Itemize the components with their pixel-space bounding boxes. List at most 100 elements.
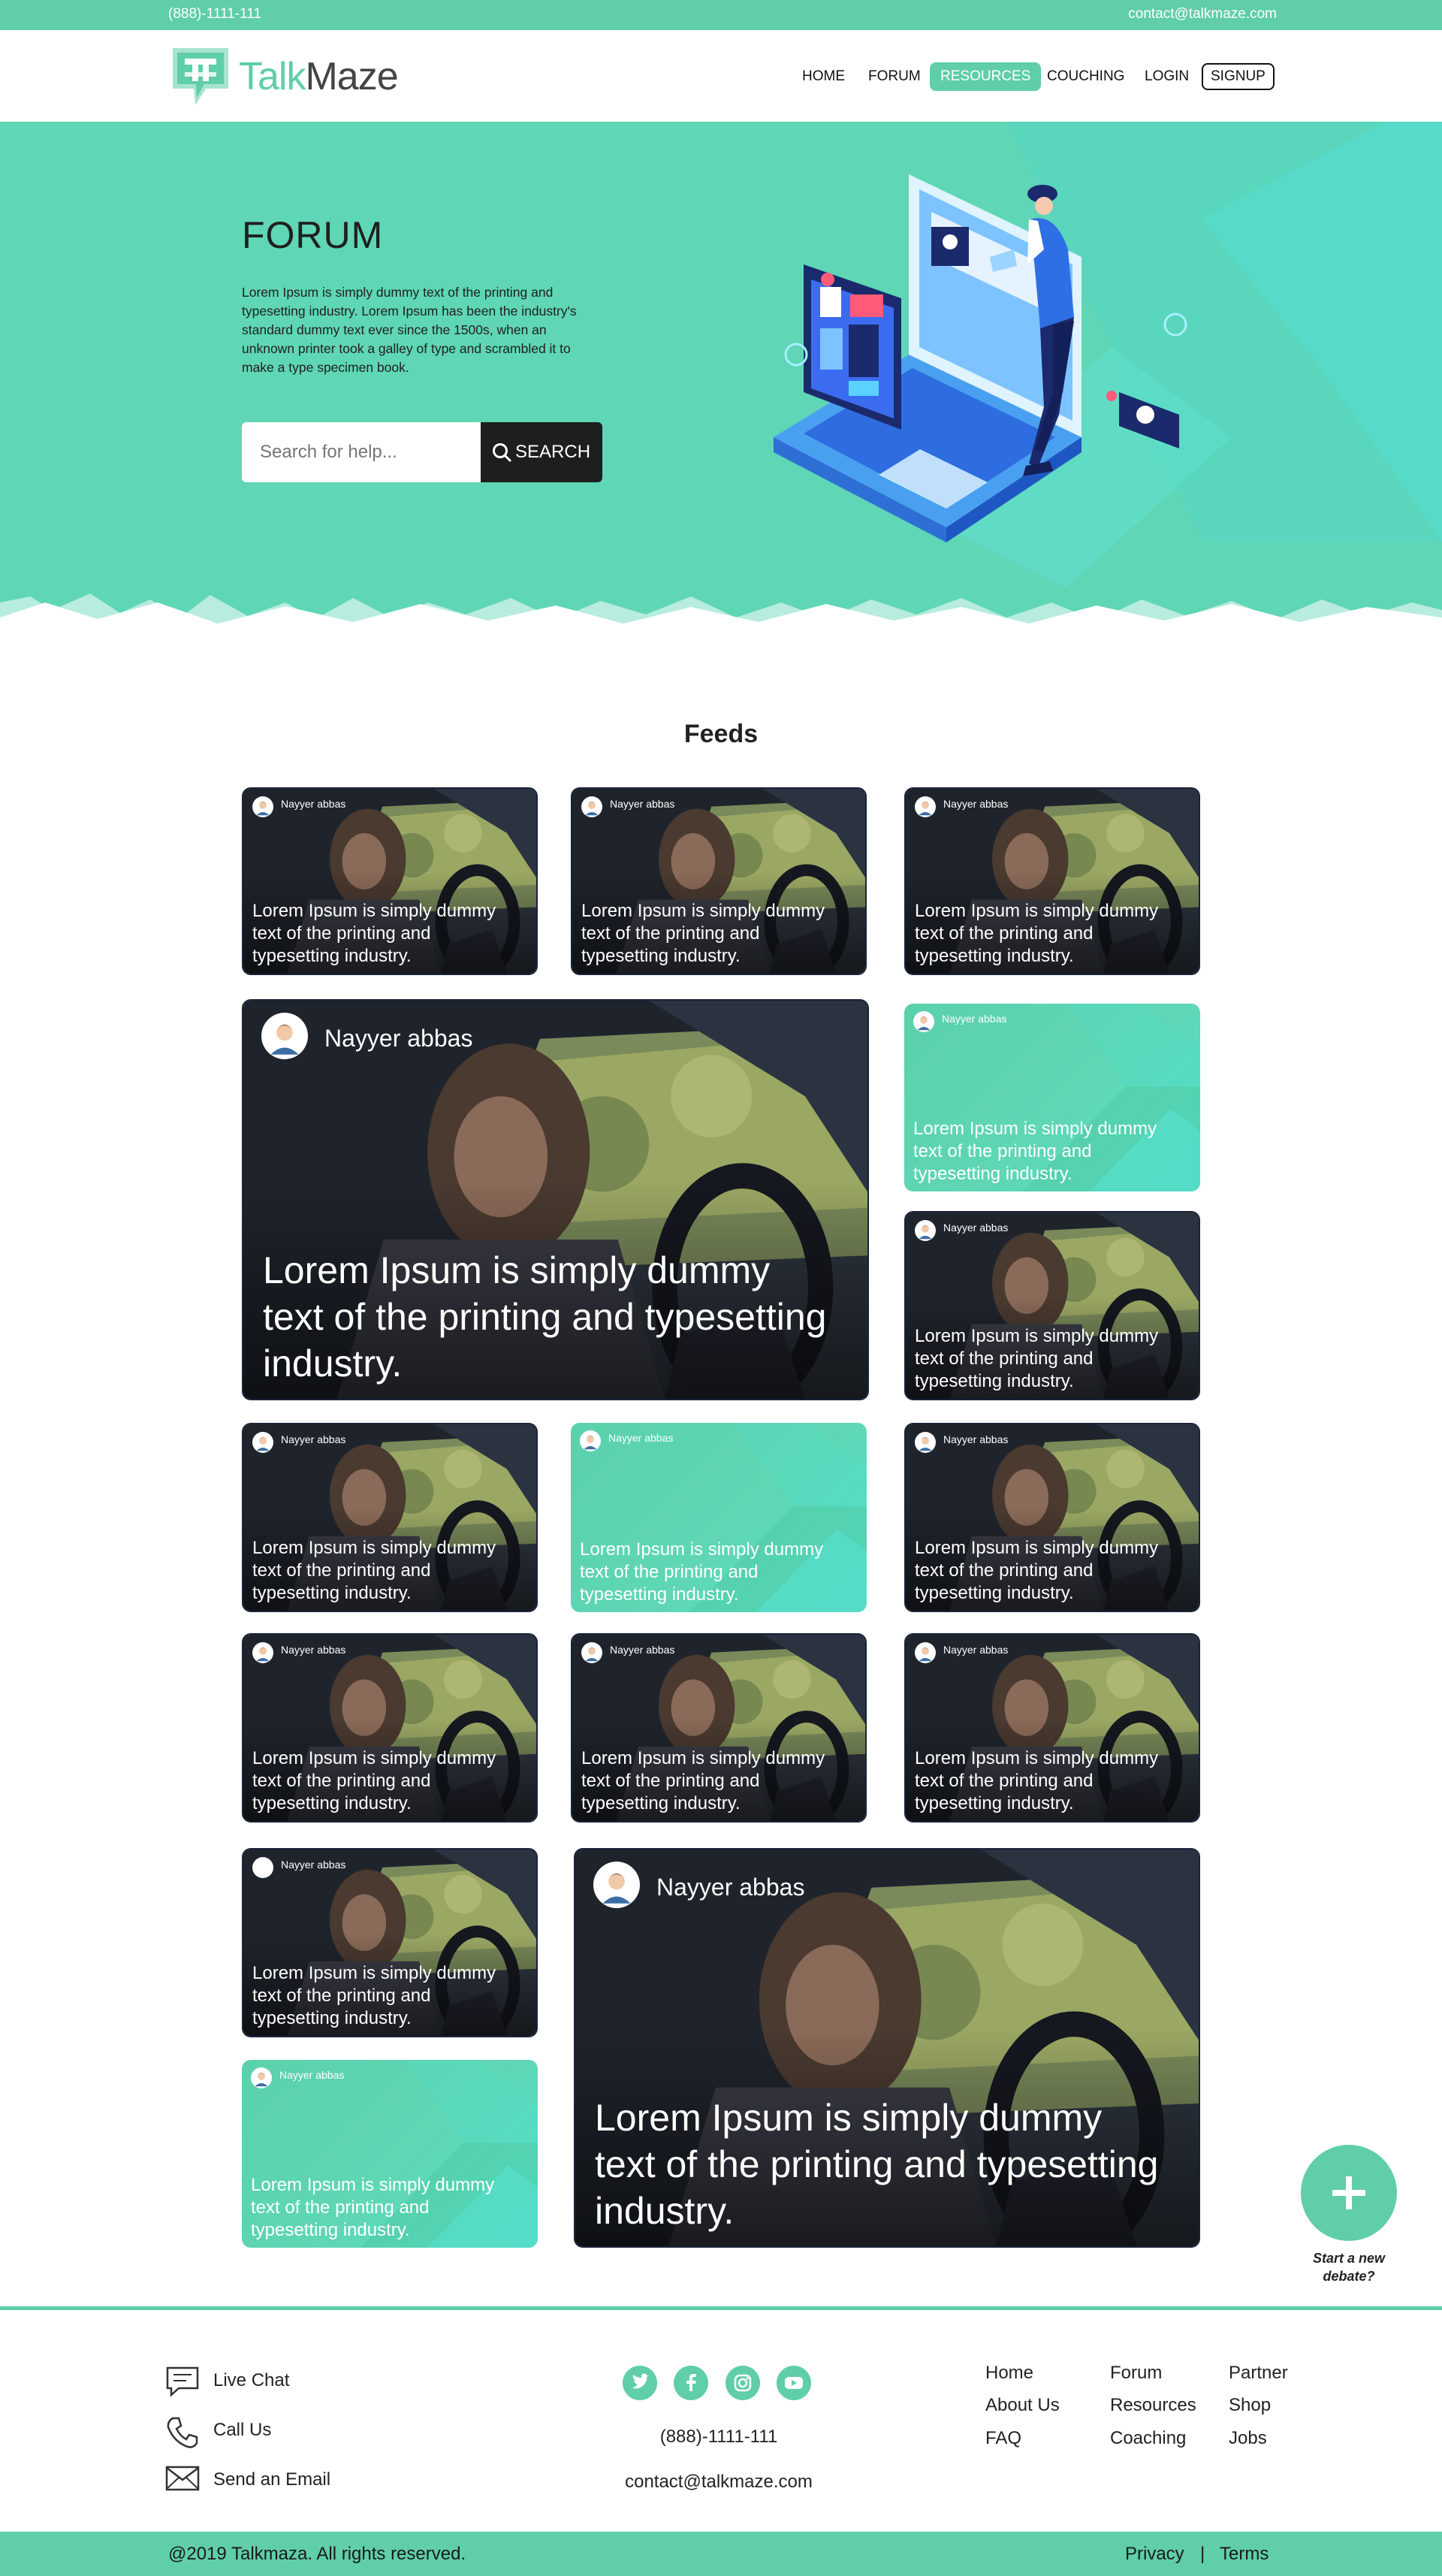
footer-link-resources[interactable]: Resources bbox=[1110, 2395, 1196, 2416]
youtube-icon[interactable] bbox=[777, 2366, 811, 2400]
footer-live-chat-label: Live Chat bbox=[213, 2370, 290, 2390]
footer-email[interactable]: contact@talkmaze.com bbox=[493, 2472, 944, 2493]
bottom-bar: @2019 Talkmaza. All rights reserved. Pri… bbox=[0, 2532, 1442, 2576]
search-button-label: SEARCH bbox=[515, 442, 591, 462]
feed-card[interactable]: Nayyer abbas Lorem Ipsum is simply dummy… bbox=[904, 787, 1200, 975]
feed-card-author: Nayyer abbas bbox=[281, 1433, 346, 1445]
feed-card-featured[interactable]: Nayyer abbas Lorem Ipsum is simply dummy… bbox=[242, 999, 869, 1400]
terms-link[interactable]: Terms bbox=[1220, 2544, 1269, 2565]
feed-card-text: Lorem Ipsum is simply dummy text of the … bbox=[581, 901, 825, 966]
search-button[interactable]: SEARCH bbox=[481, 422, 602, 482]
feed-card-text: Lorem Ipsum is simply dummy text of the … bbox=[915, 1748, 1159, 1813]
hero-title: FORUM bbox=[242, 214, 384, 256]
feed-card-text: Lorem Ipsum is simply dummy text of the … bbox=[595, 2097, 1159, 2232]
footer-call-us-label: Call Us bbox=[213, 2420, 272, 2440]
start-debate-label: Start a new debate? bbox=[1312, 2251, 1386, 2284]
feed-card-author: Nayyer abbas bbox=[610, 798, 675, 810]
avatar bbox=[252, 1432, 273, 1453]
feed-card-text: Lorem Ipsum is simply dummy text of the … bbox=[915, 1326, 1159, 1391]
nav-couching[interactable]: COUCHING bbox=[1036, 62, 1135, 91]
avatar bbox=[915, 1432, 936, 1453]
avatar bbox=[593, 1862, 640, 1908]
footer-send-email[interactable]: Send an Email bbox=[165, 2466, 331, 2491]
top-email[interactable]: contact@talkmaze.com bbox=[1128, 6, 1277, 23]
brand-name-part1: Talk bbox=[239, 55, 306, 98]
feed-card[interactable]: Nayyer abbas Lorem Ipsum is simply dummy… bbox=[904, 1211, 1200, 1400]
feed-card-text: Lorem Ipsum is simply dummy text of the … bbox=[580, 1539, 824, 1605]
feed-card[interactable]: Nayyer abbas Lorem Ipsum is simply dummy… bbox=[571, 787, 867, 975]
footer-link-jobs[interactable]: Jobs bbox=[1229, 2428, 1267, 2449]
footer-link-about-us[interactable]: About Us bbox=[985, 2395, 1060, 2416]
footer-link-coaching[interactable]: Coaching bbox=[1110, 2428, 1186, 2449]
phone-icon bbox=[167, 2417, 198, 2448]
footer-link-partner[interactable]: Partner bbox=[1229, 2363, 1288, 2384]
feed-card-text: Lorem Ipsum is simply dummy text of the … bbox=[913, 1119, 1157, 1184]
search-bar: SEARCH bbox=[242, 422, 602, 482]
avatar bbox=[581, 1642, 602, 1663]
avatar bbox=[252, 796, 273, 817]
search-input[interactable] bbox=[260, 436, 485, 469]
feed-card-author: Nayyer abbas bbox=[943, 1222, 1009, 1234]
feed-card-text: Lorem Ipsum is simply dummy text of the … bbox=[252, 1748, 496, 1813]
feed-card-author: Nayyer abbas bbox=[943, 1433, 1009, 1445]
feed-card[interactable]: Nayyer abbas Lorem Ipsum is simply dummy… bbox=[904, 1423, 1200, 1612]
feed-card-text: Lorem Ipsum is simply dummy text of the … bbox=[252, 1538, 496, 1603]
copyright-text: @2019 Talkmaza. All rights reserved. bbox=[168, 2544, 466, 2564]
laptop-illustration-icon bbox=[774, 174, 1187, 542]
start-debate-button[interactable] bbox=[1301, 2145, 1397, 2241]
feed-card-featured[interactable]: Nayyer abbas Lorem Ipsum is simply dummy… bbox=[574, 1848, 1200, 2248]
footer-link-forum[interactable]: Forum bbox=[1110, 2363, 1162, 2384]
footer-link-faq[interactable]: FAQ bbox=[985, 2428, 1021, 2449]
avatar bbox=[915, 1642, 936, 1663]
search-icon bbox=[493, 443, 512, 463]
feed-card[interactable]: Nayyer abbas Lorem Ipsum is simply dummy… bbox=[904, 1004, 1200, 1191]
facebook-icon[interactable] bbox=[674, 2366, 708, 2400]
nav-resources[interactable]: RESOURCES bbox=[930, 62, 1042, 91]
footer-call-us[interactable]: Call Us bbox=[167, 2417, 272, 2448]
feed-card-text: Lorem Ipsum is simply dummy text of the … bbox=[581, 1748, 825, 1813]
feed-card-author: Nayyer abbas bbox=[656, 1874, 805, 1901]
feed-card-author: Nayyer abbas bbox=[281, 1644, 346, 1656]
feed-card[interactable]: Nayyer abbas Lorem Ipsum is simply dummy… bbox=[242, 1423, 538, 1612]
top-contact-bar: (888)-1111-111 contact@talkmaze.com bbox=[0, 0, 1442, 30]
footer: Live Chat Call Us Send an Email (888)-11… bbox=[0, 2306, 1442, 2532]
avatar bbox=[915, 796, 936, 817]
feed-card[interactable]: Nayyer abbas Lorem Ipsum is simply dummy… bbox=[242, 787, 538, 975]
brand-name-part2: Maze bbox=[305, 55, 398, 98]
avatar bbox=[581, 796, 602, 817]
feed-card[interactable]: Nayyer abbas Lorem Ipsum is simply dummy… bbox=[242, 2060, 538, 2248]
nav-login[interactable]: LOGIN bbox=[1134, 62, 1199, 91]
avatar bbox=[580, 1430, 601, 1451]
feed-card-text: Lorem Ipsum is simply dummy text of the … bbox=[915, 1538, 1159, 1603]
feed-card-text: Lorem Ipsum is simply dummy text of the … bbox=[263, 1249, 827, 1385]
brand-name[interactable]: TalkMaze bbox=[239, 54, 399, 99]
footer-link-shop[interactable]: Shop bbox=[1229, 2395, 1271, 2416]
feed-card[interactable]: Nayyer abbas Lorem Ipsum is simply dummy… bbox=[904, 1633, 1200, 1823]
avatar bbox=[252, 1642, 273, 1663]
nav-forum[interactable]: FORUM bbox=[858, 62, 931, 91]
feed-card[interactable]: Nayyer abbas Lorem Ipsum is simply dummy… bbox=[242, 1848, 538, 2037]
hero-description: Lorem Ipsum is simply dummy text of the … bbox=[242, 285, 577, 375]
nav-signup[interactable]: SIGNUP bbox=[1202, 63, 1275, 90]
feed-card[interactable]: Nayyer abbas Lorem Ipsum is simply dummy… bbox=[242, 1633, 538, 1823]
footer-link-home[interactable]: Home bbox=[985, 2363, 1033, 2384]
footer-phone: (888)-1111-111 bbox=[659, 2427, 778, 2447]
top-phone: (888)-1111-111 bbox=[168, 6, 261, 22]
feed-card-author: Nayyer abbas bbox=[610, 1644, 675, 1656]
feed-card[interactable]: Nayyer abbas Lorem Ipsum is simply dummy… bbox=[571, 1633, 867, 1823]
avatar bbox=[913, 1011, 934, 1032]
instagram-icon[interactable] bbox=[726, 2366, 760, 2400]
feed-card[interactable]: Nayyer abbas Lorem Ipsum is simply dummy… bbox=[571, 1423, 867, 1612]
hero-background-decoration bbox=[0, 122, 1442, 663]
privacy-link[interactable]: Privacy bbox=[1125, 2544, 1184, 2565]
footer-live-chat[interactable]: Live Chat bbox=[166, 2366, 290, 2397]
twitter-icon[interactable] bbox=[623, 2366, 657, 2400]
nav-home[interactable]: HOME bbox=[792, 62, 855, 91]
avatar bbox=[261, 1013, 308, 1059]
footer-send-email-label: Send an Email bbox=[213, 2469, 331, 2490]
plus-icon bbox=[1332, 2176, 1365, 2209]
feed-card-author: Nayyer abbas bbox=[942, 1013, 1007, 1025]
avatar bbox=[252, 1857, 273, 1878]
talkmaze-logo-icon[interactable] bbox=[167, 42, 234, 110]
feed-card-author: Nayyer abbas bbox=[943, 1644, 1009, 1656]
